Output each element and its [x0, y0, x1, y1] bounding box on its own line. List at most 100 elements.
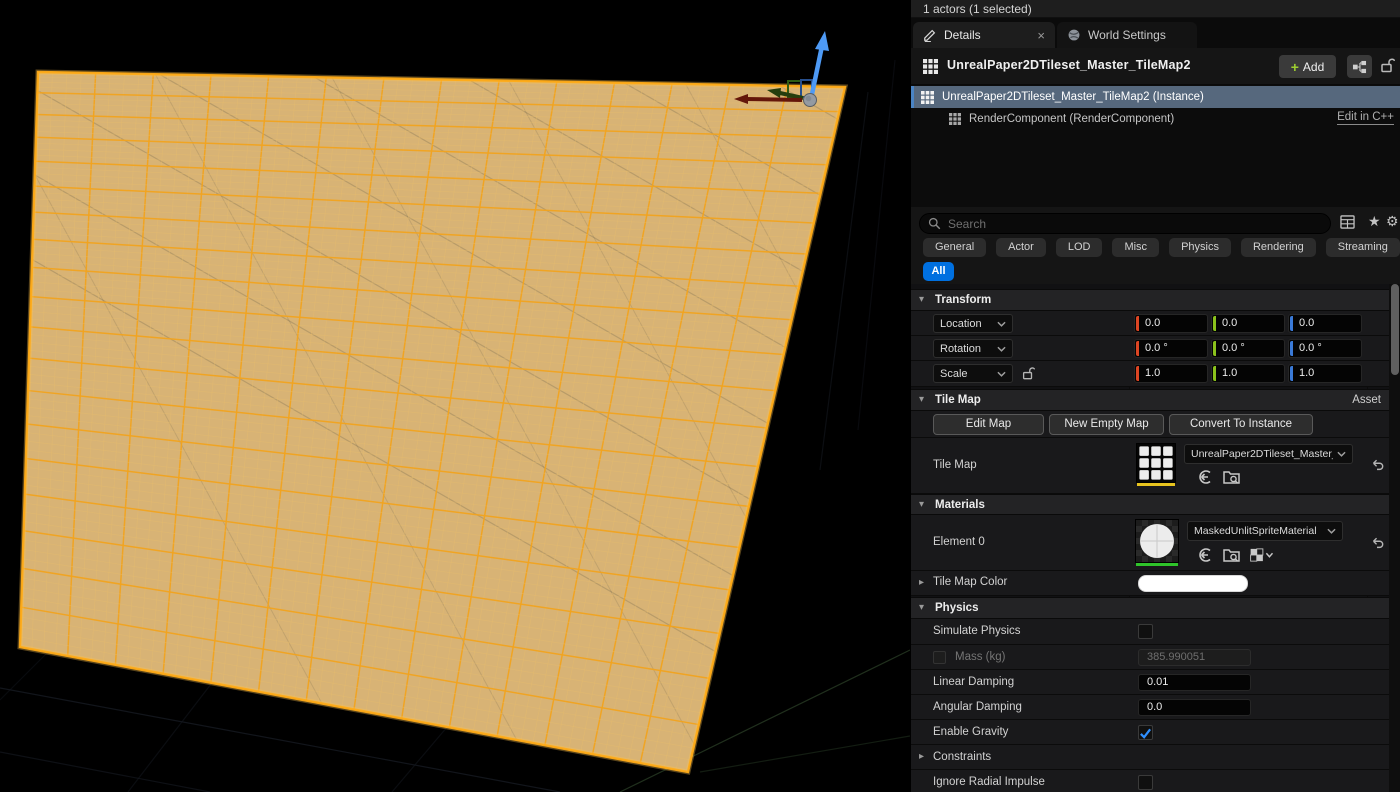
scale-z-field[interactable]: 1.0	[1288, 364, 1362, 383]
material-thumbnail[interactable]	[1135, 519, 1179, 566]
tab-details[interactable]: Details ×	[913, 22, 1055, 48]
scale-dropdown[interactable]: Scale	[933, 364, 1013, 383]
material-sphere-icon	[1140, 524, 1174, 558]
unreal-editor-window: 1 actors (1 selected) Details × World Se…	[0, 0, 1400, 792]
location-z-field[interactable]: 0.0	[1288, 314, 1362, 333]
axis-x-bar	[1136, 366, 1139, 381]
filter-all[interactable]: All	[923, 262, 954, 281]
convert-to-instance-button[interactable]: Convert To Instance	[1169, 414, 1313, 435]
tilemap-asset-row: Tile Map UnrealPaper2DTileset_Master_…	[911, 438, 1389, 494]
tilemap-grid-icon	[923, 59, 938, 74]
enable-gravity-checkbox[interactable]	[1138, 725, 1153, 740]
selection-stripe	[911, 86, 914, 108]
rotation-z-field[interactable]: 0.0 °	[1288, 339, 1362, 358]
scale-x-field[interactable]: 1.0	[1134, 364, 1208, 383]
actor-title: UnrealPaper2DTileset_Master_TileMap2	[947, 58, 1191, 72]
favorites-star-icon[interactable]: ★	[1368, 213, 1381, 230]
viewport-canvas[interactable]	[0, 0, 910, 792]
actor-header: UnrealPaper2DTileset_Master_TileMap2 + A…	[911, 48, 1400, 85]
gizmo-x-axis	[745, 97, 803, 102]
component-tree: UnrealPaper2DTileset_Master_TileMap2 (In…	[911, 85, 1400, 207]
angular-damping-field[interactable]: 0.0	[1138, 699, 1251, 716]
add-component-button[interactable]: + Add	[1279, 55, 1336, 78]
unlock-icon[interactable]	[1379, 57, 1395, 73]
tilemap-grid-icon	[1139, 446, 1173, 480]
expand-arrow-icon[interactable]: ▸	[919, 751, 924, 762]
close-icon[interactable]: ×	[1037, 29, 1045, 42]
chevron-down-icon: ▾	[919, 394, 925, 405]
ignore-radial-impulse-checkbox[interactable]	[1138, 775, 1153, 790]
filter-physics[interactable]: Physics	[1169, 238, 1231, 257]
simulate-physics-checkbox[interactable]	[1138, 624, 1153, 639]
filter-streaming[interactable]: Streaming	[1325, 238, 1400, 257]
tilemap-color-swatch[interactable]	[1138, 575, 1248, 592]
tilemap-asset-actions	[1197, 469, 1240, 485]
filter-general[interactable]: General	[923, 238, 987, 257]
simulate-physics-row: Simulate Physics	[911, 619, 1389, 645]
rotation-dropdown[interactable]: Rotation	[933, 339, 1013, 358]
location-y-field[interactable]: 0.0	[1211, 314, 1285, 333]
use-selected-asset-icon[interactable]	[1197, 469, 1213, 485]
edit-map-button[interactable]: Edit Map	[933, 414, 1044, 435]
display-filter-icon[interactable]	[1340, 215, 1355, 229]
rotation-x-field[interactable]: 0.0 °	[1134, 339, 1208, 358]
use-selected-asset-icon[interactable]	[1197, 547, 1213, 563]
filter-pills: General Actor LOD Misc Physics Rendering…	[923, 238, 1400, 257]
material-element-row: Element 0 MaskedUnlitSpriteMaterial	[911, 515, 1389, 571]
new-empty-map-button[interactable]: New Empty Map	[1049, 414, 1164, 435]
browse-to-asset-icon[interactable]	[1223, 469, 1240, 485]
texture-options-icon[interactable]	[1250, 548, 1274, 562]
linear-damping-field[interactable]: 0.01	[1138, 674, 1251, 691]
browse-to-asset-icon[interactable]	[1223, 547, 1240, 563]
viewport-3d[interactable]	[0, 0, 910, 792]
globe-icon	[1068, 29, 1080, 41]
tab-world-settings[interactable]: World Settings	[1057, 22, 1197, 48]
axis-y-bar	[1213, 366, 1216, 381]
tilemap-thumbnail[interactable]	[1136, 443, 1176, 486]
reset-to-default-icon[interactable]	[1370, 536, 1384, 550]
filter-misc[interactable]: Misc	[1112, 238, 1160, 257]
transform-scale-row: Scale 1.0 1.0 1.0	[911, 361, 1389, 387]
pencil-icon	[924, 29, 936, 42]
tree-item-root[interactable]: UnrealPaper2DTileset_Master_TileMap2 (In…	[911, 86, 1400, 108]
reset-to-default-icon[interactable]	[1370, 458, 1384, 472]
expand-arrow-icon[interactable]: ▸	[919, 577, 924, 588]
scrollbar-thumb[interactable]	[1391, 284, 1399, 375]
mass-field: 385.990051	[1138, 649, 1251, 666]
tree-item-rendercomponent[interactable]: RenderComponent (RenderComponent) Edit i…	[911, 108, 1400, 130]
filter-rendering[interactable]: Rendering	[1240, 238, 1316, 257]
location-x-field[interactable]: 0.0	[1134, 314, 1208, 333]
section-materials[interactable]: ▾ Materials	[911, 494, 1389, 515]
tab-world-settings-label: World Settings	[1088, 28, 1166, 42]
section-physics[interactable]: ▾ Physics	[911, 597, 1389, 619]
rotation-y-field[interactable]: 0.0 °	[1211, 339, 1285, 358]
search-box[interactable]	[919, 213, 1331, 234]
browse-hierarchy-button[interactable]	[1347, 55, 1372, 78]
component-grid-icon	[949, 113, 961, 125]
section-transform[interactable]: ▾ Transform	[911, 289, 1389, 311]
filter-lod[interactable]: LOD	[1055, 238, 1103, 257]
axis-x-bar	[1136, 316, 1139, 331]
scale-unlock-icon[interactable]	[1021, 366, 1035, 380]
asset-tag: Asset	[1352, 394, 1381, 406]
asset-type-underline	[1136, 563, 1178, 566]
tilemap-asset-dropdown[interactable]: UnrealPaper2DTileset_Master_…	[1184, 444, 1353, 464]
mass-override-checkbox[interactable]	[933, 651, 946, 664]
scale-y-field[interactable]: 1.0	[1211, 364, 1285, 383]
chevron-down-icon: ▾	[919, 294, 925, 305]
section-tile-map[interactable]: ▾ Tile Map Asset	[911, 389, 1389, 411]
details-panel: 1 actors (1 selected) Details × World Se…	[910, 0, 1400, 792]
enable-gravity-row: Enable Gravity	[911, 720, 1389, 745]
material-dropdown[interactable]: MaskedUnlitSpriteMaterial	[1187, 521, 1343, 541]
tree-root-label: UnrealPaper2DTileset_Master_TileMap2 (In…	[942, 91, 1204, 103]
tree-component-label: RenderComponent (RenderComponent)	[969, 113, 1175, 125]
filter-actor[interactable]: Actor	[996, 238, 1046, 257]
transform-rotation-row: Rotation 0.0 ° 0.0 ° 0.0 °	[911, 336, 1389, 361]
edit-in-cpp-link[interactable]: Edit in C++	[1337, 111, 1394, 125]
chevron-down-icon: ▾	[919, 602, 925, 613]
location-dropdown[interactable]: Location	[933, 314, 1013, 333]
scrollbar-track[interactable]	[1389, 284, 1400, 792]
asset-type-underline	[1137, 483, 1175, 486]
search-input[interactable]	[948, 216, 1322, 231]
settings-gear-icon[interactable]: ⚙	[1386, 213, 1399, 230]
